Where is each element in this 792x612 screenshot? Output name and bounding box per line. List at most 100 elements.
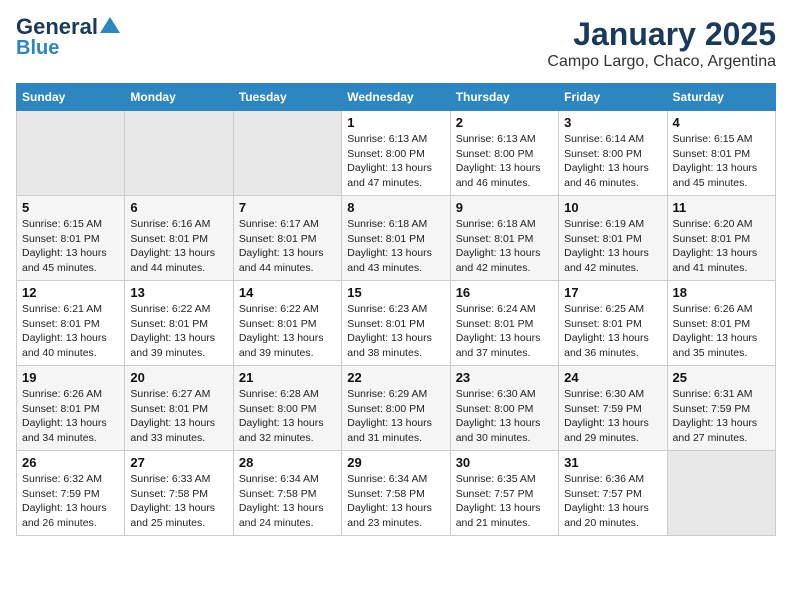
day-number: 26 — [22, 455, 119, 470]
day-info: Sunrise: 6:34 AMSunset: 7:58 PMDaylight:… — [239, 472, 336, 531]
calendar-cell: 9 Sunrise: 6:18 AMSunset: 8:01 PMDaylight… — [450, 196, 558, 281]
day-info: Sunrise: 6:29 AMSunset: 8:00 PMDaylight:… — [347, 387, 444, 446]
weekday-header: Friday — [559, 84, 667, 111]
day-info: Sunrise: 6:28 AMSunset: 8:00 PMDaylight:… — [239, 387, 336, 446]
calendar-cell: 31Sunrise: 6:36 AMSunset: 7:57 PMDayligh… — [559, 451, 667, 536]
day-number: 27 — [130, 455, 227, 470]
calendar-cell: 6 Sunrise: 6:16 AMSunset: 8:01 PMDaylight… — [125, 196, 233, 281]
calendar-cell — [125, 111, 233, 196]
day-info: Sunrise: 6:27 AMSunset: 8:01 PMDaylight:… — [130, 387, 227, 446]
page-subtitle: Campo Largo, Chaco, Argentina — [547, 53, 776, 71]
calendar-cell: 25Sunrise: 6:31 AMSunset: 7:59 PMDayligh… — [667, 366, 775, 451]
calendar-cell: 30 Sunrise: 6:35 AMSunset: 7:57 PMDayligh… — [450, 451, 558, 536]
day-info: Sunrise: 6:31 AMSunset: 7:59 PMDaylight:… — [673, 387, 770, 446]
day-number: 13 — [130, 285, 227, 300]
weekday-header: Sunday — [17, 84, 125, 111]
calendar-cell: 11Sunrise: 6:20 AMSunset: 8:01 PMDayligh… — [667, 196, 775, 281]
day-info: Sunrise: 6:17 AMSunset: 8:01 PMDaylight:… — [239, 217, 336, 276]
day-info: Sunrise: 6:13 AMSunset: 8:00 PMDaylight:… — [347, 132, 444, 191]
day-info: Sunrise: 6:30 AMSunset: 7:59 PMDaylight:… — [564, 387, 661, 446]
calendar-cell: 24 Sunrise: 6:30 AMSunset: 7:59 PMDayligh… — [559, 366, 667, 451]
calendar-cell: 27 Sunrise: 6:33 AMSunset: 7:58 PMDayligh… — [125, 451, 233, 536]
day-info: Sunrise: 6:24 AMSunset: 8:01 PMDaylight:… — [456, 302, 553, 361]
calendar-cell: 23 Sunrise: 6:30 AMSunset: 8:00 PMDayligh… — [450, 366, 558, 451]
calendar-week-row: 12 Sunrise: 6:21 AMSunset: 8:01 PMDayligh… — [17, 281, 776, 366]
day-info: Sunrise: 6:22 AMSunset: 8:01 PMDaylight:… — [239, 302, 336, 361]
weekday-header: Tuesday — [233, 84, 341, 111]
day-number: 30 — [456, 455, 553, 470]
day-info: Sunrise: 6:22 AMSunset: 8:01 PMDaylight:… — [130, 302, 227, 361]
day-number: 3 — [564, 115, 661, 130]
weekday-header: Thursday — [450, 84, 558, 111]
calendar-cell: 3 Sunrise: 6:14 AMSunset: 8:00 PMDaylight… — [559, 111, 667, 196]
calendar-cell — [233, 111, 341, 196]
day-info: Sunrise: 6:14 AMSunset: 8:00 PMDaylight:… — [564, 132, 661, 191]
calendar-table: SundayMondayTuesdayWednesdayThursdayFrid… — [16, 83, 776, 536]
calendar-cell: 22 Sunrise: 6:29 AMSunset: 8:00 PMDayligh… — [342, 366, 450, 451]
calendar-cell: 26 Sunrise: 6:32 AMSunset: 7:59 PMDayligh… — [17, 451, 125, 536]
calendar-cell: 16 Sunrise: 6:24 AMSunset: 8:01 PMDayligh… — [450, 281, 558, 366]
day-number: 12 — [22, 285, 119, 300]
day-info: Sunrise: 6:20 AMSunset: 8:01 PMDaylight:… — [673, 217, 770, 276]
logo-icon — [100, 15, 120, 35]
day-number: 23 — [456, 370, 553, 385]
day-number: 7 — [239, 200, 336, 215]
day-info: Sunrise: 6:25 AMSunset: 8:01 PMDaylight:… — [564, 302, 661, 361]
calendar-cell: 12 Sunrise: 6:21 AMSunset: 8:01 PMDayligh… — [17, 281, 125, 366]
calendar-cell: 4Sunrise: 6:15 AMSunset: 8:01 PMDaylight… — [667, 111, 775, 196]
day-number: 14 — [239, 285, 336, 300]
calendar-cell — [667, 451, 775, 536]
day-number: 31 — [564, 455, 661, 470]
day-number: 16 — [456, 285, 553, 300]
calendar-cell — [17, 111, 125, 196]
day-info: Sunrise: 6:35 AMSunset: 7:57 PMDaylight:… — [456, 472, 553, 531]
day-info: Sunrise: 6:18 AMSunset: 8:01 PMDaylight:… — [456, 217, 553, 276]
calendar-cell: 18 Sunrise: 6:26 AMSunset: 8:01 PMDayligh… — [667, 281, 775, 366]
calendar-cell: 17 Sunrise: 6:25 AMSunset: 8:01 PMDayligh… — [559, 281, 667, 366]
calendar-week-row: 5 Sunrise: 6:15 AMSunset: 8:01 PMDaylight… — [17, 196, 776, 281]
day-number: 6 — [130, 200, 227, 215]
calendar-week-row: 19Sunrise: 6:26 AMSunset: 8:01 PMDayligh… — [17, 366, 776, 451]
day-number: 5 — [22, 200, 119, 215]
day-info: Sunrise: 6:33 AMSunset: 7:58 PMDaylight:… — [130, 472, 227, 531]
day-info: Sunrise: 6:15 AMSunset: 8:01 PMDaylight:… — [22, 217, 119, 276]
calendar-cell: 10Sunrise: 6:19 AMSunset: 8:01 PMDayligh… — [559, 196, 667, 281]
logo: General Blue — [16, 16, 120, 58]
weekday-header: Monday — [125, 84, 233, 111]
weekday-header: Saturday — [667, 84, 775, 111]
page-title: January 2025 — [547, 16, 776, 53]
calendar-cell: 13 Sunrise: 6:22 AMSunset: 8:01 PMDayligh… — [125, 281, 233, 366]
title-block: January 2025 Campo Largo, Chaco, Argenti… — [547, 16, 776, 71]
day-number: 2 — [456, 115, 553, 130]
calendar-cell: 15Sunrise: 6:23 AMSunset: 8:01 PMDayligh… — [342, 281, 450, 366]
day-number: 17 — [564, 285, 661, 300]
day-number: 24 — [564, 370, 661, 385]
day-number: 1 — [347, 115, 444, 130]
day-info: Sunrise: 6:26 AMSunset: 8:01 PMDaylight:… — [22, 387, 119, 446]
day-number: 28 — [239, 455, 336, 470]
day-info: Sunrise: 6:32 AMSunset: 7:59 PMDaylight:… — [22, 472, 119, 531]
calendar-week-row: 1 Sunrise: 6:13 AMSunset: 8:00 PMDaylight… — [17, 111, 776, 196]
day-number: 18 — [673, 285, 770, 300]
logo-text-general: General — [16, 16, 98, 38]
calendar-cell: 1 Sunrise: 6:13 AMSunset: 8:00 PMDaylight… — [342, 111, 450, 196]
day-number: 20 — [130, 370, 227, 385]
calendar-cell: 2 Sunrise: 6:13 AMSunset: 8:00 PMDaylight… — [450, 111, 558, 196]
day-info: Sunrise: 6:18 AMSunset: 8:01 PMDaylight:… — [347, 217, 444, 276]
day-info: Sunrise: 6:26 AMSunset: 8:01 PMDaylight:… — [673, 302, 770, 361]
day-number: 29 — [347, 455, 444, 470]
day-info: Sunrise: 6:21 AMSunset: 8:01 PMDaylight:… — [22, 302, 119, 361]
day-info: Sunrise: 6:13 AMSunset: 8:00 PMDaylight:… — [456, 132, 553, 191]
calendar-cell: 29Sunrise: 6:34 AMSunset: 7:58 PMDayligh… — [342, 451, 450, 536]
day-number: 4 — [673, 115, 770, 130]
calendar-cell: 7 Sunrise: 6:17 AMSunset: 8:01 PMDaylight… — [233, 196, 341, 281]
weekday-header-row: SundayMondayTuesdayWednesdayThursdayFrid… — [17, 84, 776, 111]
calendar-cell: 5 Sunrise: 6:15 AMSunset: 8:01 PMDaylight… — [17, 196, 125, 281]
day-number: 8 — [347, 200, 444, 215]
day-number: 9 — [456, 200, 553, 215]
calendar-cell: 28 Sunrise: 6:34 AMSunset: 7:58 PMDayligh… — [233, 451, 341, 536]
day-info: Sunrise: 6:30 AMSunset: 8:00 PMDaylight:… — [456, 387, 553, 446]
day-info: Sunrise: 6:16 AMSunset: 8:01 PMDaylight:… — [130, 217, 227, 276]
day-number: 22 — [347, 370, 444, 385]
logo-text-blue: Blue — [16, 38, 59, 58]
